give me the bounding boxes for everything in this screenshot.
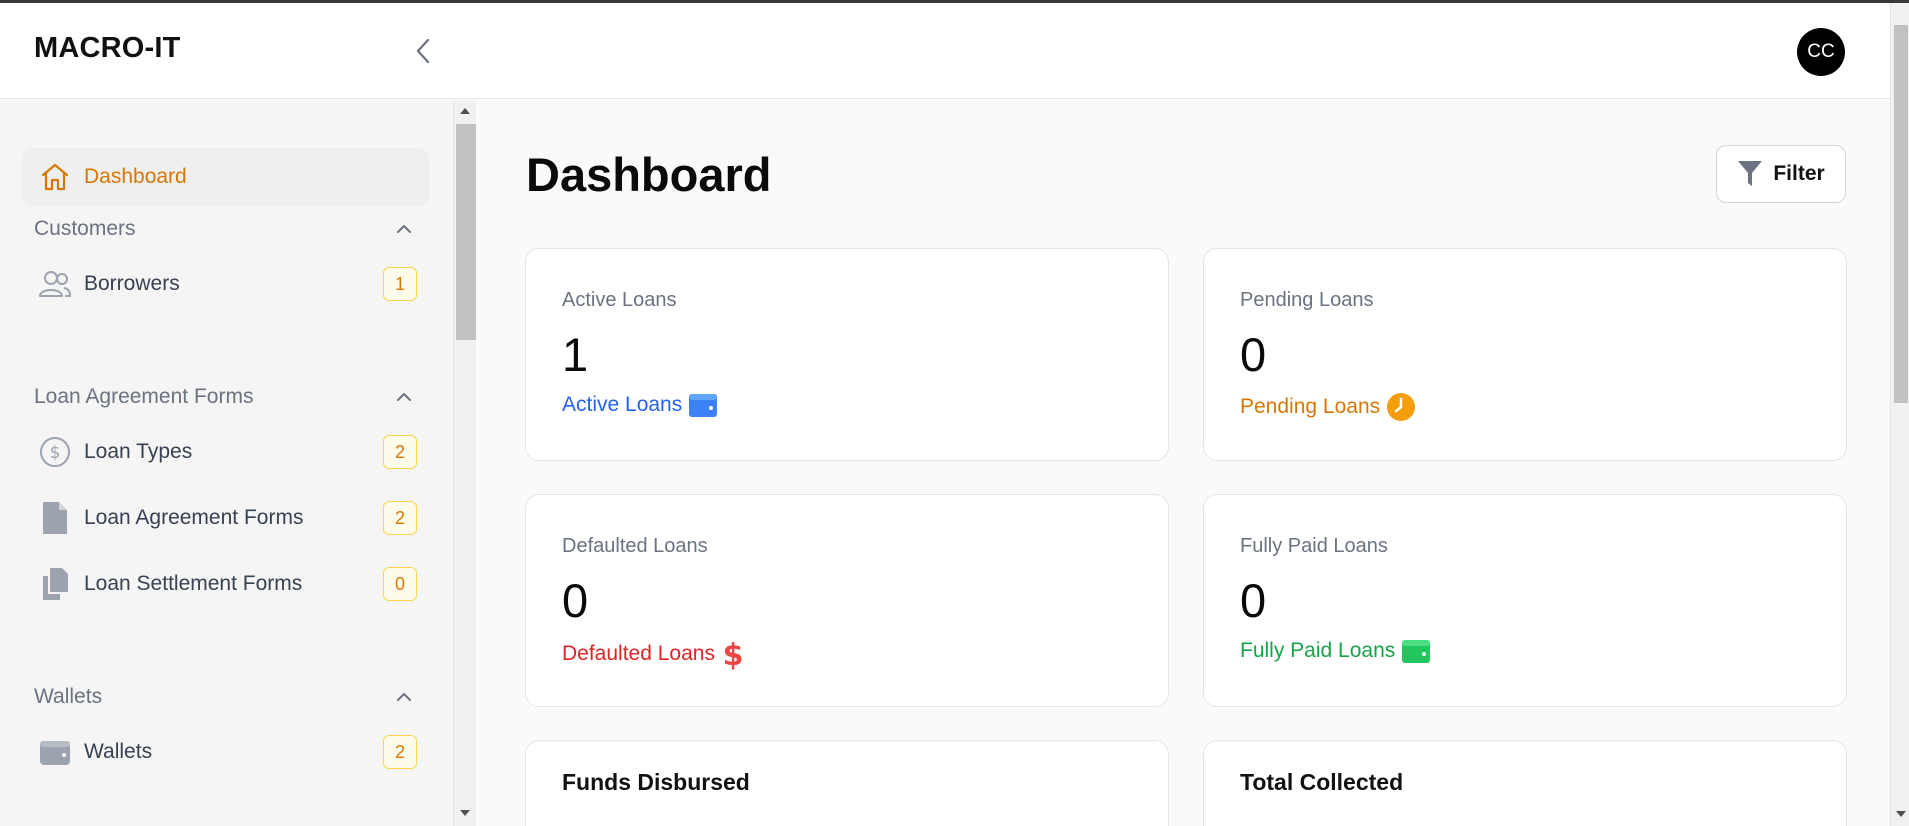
card-title: Funds Disbursed [562, 769, 750, 795]
count-badge: 2 [383, 435, 417, 469]
card-link-fully-paid-loans[interactable]: Fully Paid Loans [1240, 638, 1431, 664]
scroll-up-arrow-icon[interactable] [460, 108, 470, 114]
section-wallets[interactable]: Wallets [34, 682, 419, 712]
chevron-up-icon[interactable] [389, 682, 419, 712]
section-loan-agreement-forms[interactable]: Loan Agreement Forms [34, 382, 419, 412]
file-icon [22, 500, 82, 536]
summary-card-total-collected: Total Collected [1203, 740, 1847, 826]
copy-icon [22, 566, 82, 602]
count-badge: 1 [383, 267, 417, 301]
sidebar-item-label: Dashboard [84, 165, 187, 188]
clock-icon [1387, 393, 1416, 421]
card-label: Pending Loans [1240, 289, 1374, 311]
filter-button[interactable]: Filter [1716, 145, 1846, 203]
sidebar-item-dashboard[interactable]: Dashboard [22, 148, 429, 206]
user-avatar[interactable]: CC [1797, 28, 1845, 76]
chevron-up-icon[interactable] [389, 214, 419, 244]
card-link-label: Defaulted Loans [562, 642, 715, 665]
sidebar-scrollbar[interactable] [453, 100, 476, 826]
card-label: Defaulted Loans [562, 535, 708, 557]
scroll-down-arrow-icon[interactable] [1896, 811, 1906, 817]
card-value: 0 [1240, 574, 1267, 627]
collapse-sidebar-button[interactable] [408, 33, 438, 69]
section-title: Customers [34, 217, 136, 240]
home-icon [22, 161, 82, 193]
sidebar-item-loan-settlement-forms[interactable]: Loan Settlement Forms 0 [22, 558, 429, 610]
card-value: 0 [562, 574, 589, 627]
sidebar-item-label: Loan Types [84, 440, 193, 463]
dollar-icon: $ [723, 638, 744, 670]
users-icon [22, 269, 82, 299]
svg-text:$: $ [723, 638, 744, 670]
scroll-down-arrow-icon[interactable] [460, 810, 470, 816]
summary-card-funds-disbursed: Funds Disbursed [525, 740, 1169, 826]
sidebar-item-label: Wallets [84, 740, 153, 763]
sidebar-item-loan-types[interactable]: $ Loan Types 2 [22, 426, 429, 478]
card-value: 1 [562, 328, 589, 381]
section-title: Wallets [34, 685, 103, 708]
card-link-label: Pending Loans [1240, 395, 1381, 418]
card-link-defaulted-loans[interactable]: Defaulted Loans $ [562, 638, 745, 670]
sidebar-item-label: Loan Settlement Forms [84, 572, 303, 595]
stat-card-active-loans: Active Loans 1 Active Loans [525, 248, 1169, 461]
stat-card-pending-loans: Pending Loans 0 Pending Loans [1203, 248, 1847, 461]
card-link-pending-loans[interactable]: Pending Loans [1240, 392, 1416, 422]
section-title: Loan Agreement Forms [34, 385, 254, 408]
sidebar: Dashboard Customers Borrowers 1 Loan Agr… [0, 100, 452, 826]
card-label: Active Loans [562, 289, 677, 311]
card-link-active-loans[interactable]: Active Loans [562, 392, 718, 418]
filter-label: Filter [1773, 162, 1825, 185]
card-value: 0 [1240, 328, 1267, 381]
wallet-icon [689, 394, 718, 417]
stat-card-defaulted-loans: Defaulted Loans 0 Defaulted Loans $ [525, 494, 1169, 707]
dollar-circle-icon: $ [22, 436, 82, 468]
sidebar-item-borrowers[interactable]: Borrowers 1 [22, 258, 429, 310]
card-label: Fully Paid Loans [1240, 535, 1388, 557]
brand-logo[interactable]: MACRO-IT [34, 32, 181, 65]
sidebar-item-label: Loan Agreement Forms [84, 506, 304, 529]
section-customers[interactable]: Customers [34, 214, 419, 244]
svg-text:$: $ [50, 443, 61, 463]
wallet-icon [22, 737, 82, 767]
chevron-up-icon[interactable] [389, 382, 419, 412]
page-title: Dashboard [526, 148, 772, 201]
scrollbar-thumb[interactable] [1894, 25, 1908, 403]
filter-icon [1738, 161, 1763, 186]
stat-card-fully-paid-loans: Fully Paid Loans 0 Fully Paid Loans [1203, 494, 1847, 707]
sidebar-item-wallets[interactable]: Wallets 2 [22, 726, 429, 778]
count-badge: 2 [383, 501, 417, 535]
scrollbar-thumb[interactable] [456, 124, 476, 340]
page-scrollbar[interactable] [1890, 3, 1909, 826]
sidebar-item-loan-agreement-forms[interactable]: Loan Agreement Forms 2 [22, 492, 429, 544]
chevron-left-icon [416, 38, 430, 64]
top-header: MACRO-IT CC [0, 3, 1890, 99]
sidebar-item-label: Borrowers [84, 272, 180, 295]
card-link-label: Active Loans [562, 393, 683, 416]
wallet-icon [1402, 640, 1431, 663]
count-badge: 2 [383, 735, 417, 769]
card-link-label: Fully Paid Loans [1240, 639, 1396, 662]
card-title: Total Collected [1240, 769, 1404, 795]
count-badge: 0 [383, 567, 417, 601]
